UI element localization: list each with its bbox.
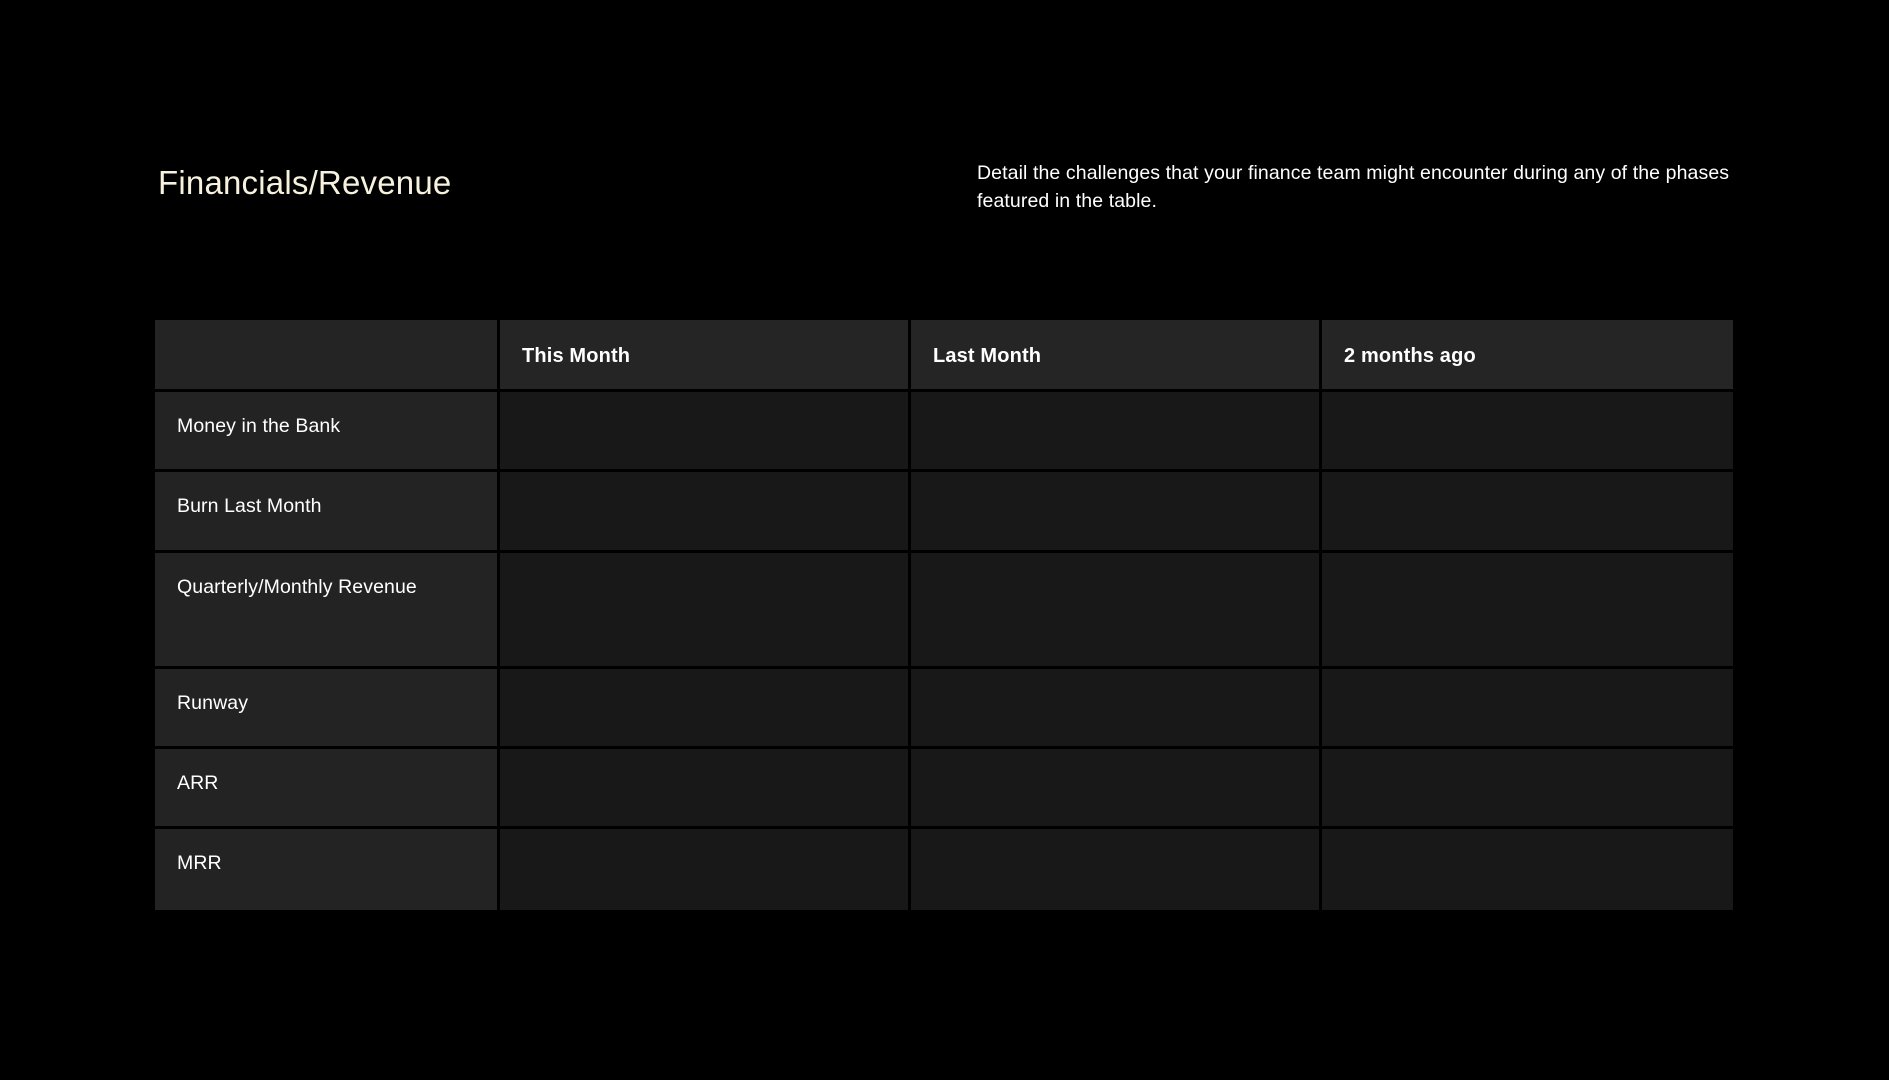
cell-quarterly-monthly-revenue-2-months-ago[interactable]: [1322, 553, 1733, 669]
table-corner-cell: [155, 320, 500, 392]
table-row: Money in the Bank: [155, 392, 1733, 472]
column-header-2-months-ago[interactable]: 2 months ago: [1322, 320, 1733, 392]
cell-arr-2-months-ago[interactable]: [1322, 749, 1733, 829]
cell-runway-2-months-ago[interactable]: [1322, 669, 1733, 749]
financials-table: This Month Last Month 2 months ago Money…: [155, 320, 1733, 910]
table-row: Quarterly/Monthly Revenue: [155, 553, 1733, 669]
cell-mrr-last-month[interactable]: [911, 829, 1322, 910]
table-row: Runway: [155, 669, 1733, 749]
table-row: MRR: [155, 829, 1733, 910]
column-header-this-month[interactable]: This Month: [500, 320, 911, 392]
cell-burn-last-month-2-months-ago[interactable]: [1322, 472, 1733, 553]
cell-quarterly-monthly-revenue-this-month[interactable]: [500, 553, 911, 669]
cell-runway-this-month[interactable]: [500, 669, 911, 749]
cell-quarterly-monthly-revenue-last-month[interactable]: [911, 553, 1322, 669]
table-body: Money in the Bank Burn Last Month Quarte…: [155, 392, 1733, 910]
cell-mrr-2-months-ago[interactable]: [1322, 829, 1733, 910]
cell-runway-last-month[interactable]: [911, 669, 1322, 749]
page-subtitle: Detail the challenges that your finance …: [977, 162, 1730, 212]
cell-money-in-the-bank-last-month[interactable]: [911, 392, 1322, 472]
column-header-last-month[interactable]: Last Month: [911, 320, 1322, 392]
cell-money-in-the-bank-this-month[interactable]: [500, 392, 911, 472]
row-label-burn-last-month: Burn Last Month: [155, 472, 500, 553]
cell-arr-this-month[interactable]: [500, 749, 911, 829]
row-label-quarterly-monthly-revenue: Quarterly/Monthly Revenue: [155, 553, 500, 669]
cell-burn-last-month-last-month[interactable]: [911, 472, 1322, 553]
slide-canvas: Financials/Revenue Detail the challenges…: [0, 0, 1889, 1080]
table-row: Burn Last Month: [155, 472, 1733, 553]
table-header-row: This Month Last Month 2 months ago: [155, 320, 1733, 392]
financials-table-container: This Month Last Month 2 months ago Money…: [155, 320, 1733, 910]
cell-burn-last-month-this-month[interactable]: [500, 472, 911, 553]
table-row: ARR: [155, 749, 1733, 829]
cell-money-in-the-bank-2-months-ago[interactable]: [1322, 392, 1733, 472]
table-header: This Month Last Month 2 months ago: [155, 320, 1733, 392]
cell-arr-last-month[interactable]: [911, 749, 1322, 829]
row-label-runway: Runway: [155, 669, 500, 749]
row-label-mrr: MRR: [155, 829, 500, 910]
row-label-money-in-the-bank: Money in the Bank: [155, 392, 500, 472]
row-label-arr: ARR: [155, 749, 500, 829]
cell-mrr-this-month[interactable]: [500, 829, 911, 910]
page-title: Financials/Revenue: [158, 164, 452, 201]
